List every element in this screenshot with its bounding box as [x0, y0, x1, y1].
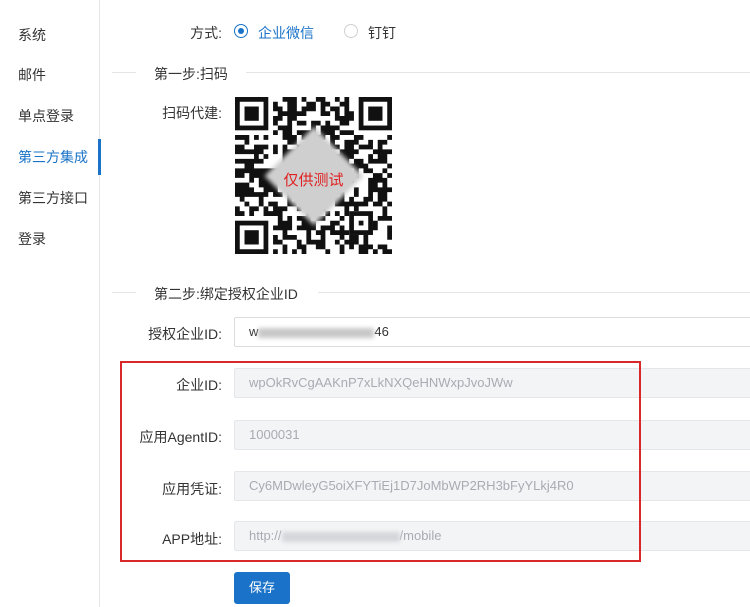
auth-corp-id-label: 授权企业ID: [148, 326, 222, 342]
sidebar: 系统 邮件 单点登录 第三方集成 第三方接口 登录 [0, 0, 101, 607]
app-url-prefix: http:// [249, 528, 282, 543]
app-url-label: APP地址: [162, 531, 222, 547]
step2-title: 第二步:绑定授权企业ID [154, 286, 298, 302]
auth-corp-id-prefix: w [249, 324, 259, 339]
step1-title: 第一步:扫码 [154, 66, 228, 82]
app-url-redacted [281, 531, 400, 542]
app-url-suffix: /mobile [399, 528, 442, 543]
radio-wecom[interactable] [234, 24, 248, 38]
qr-test-only-text: 仅供测试 [283, 172, 344, 189]
corp-id-label: 企业ID: [176, 377, 222, 393]
sidebar-item-sso[interactable]: 单点登录 [0, 101, 100, 131]
auth-corp-id-redacted [258, 327, 375, 338]
qr-label: 扫码代建: [162, 105, 222, 121]
auth-corp-id-suffix: 46 [374, 324, 389, 339]
credential-label: 应用凭证: [162, 481, 222, 497]
method-label: 方式: [190, 25, 222, 41]
radio-dingtalk[interactable] [344, 24, 358, 38]
agent-id-input[interactable]: 1000031 [234, 420, 750, 450]
corp-id-input[interactable]: wpOkRvCgAAKnP7xLkNXQeHNWxpJvoJWw [234, 368, 750, 398]
sidebar-item-login[interactable]: 登录 [0, 224, 100, 254]
radio-wecom-label[interactable]: 企业微信 [258, 23, 314, 43]
step2-divider-left [112, 292, 136, 293]
step1-divider-left [112, 72, 136, 73]
sidebar-item-system[interactable]: 系统 [0, 20, 100, 50]
sidebar-item-third-party-integration[interactable]: 第三方集成 [0, 139, 101, 175]
app-url-input[interactable]: http:// /mobile [234, 521, 750, 551]
sidebar-item-third-party-api[interactable]: 第三方接口 [0, 183, 100, 213]
step1-divider-right [246, 72, 750, 73]
agent-id-label: 应用AgentID: [139, 429, 222, 445]
step2-divider-right [318, 292, 750, 293]
sidebar-item-mail[interactable]: 邮件 [0, 60, 100, 90]
save-button[interactable]: 保存 [234, 572, 290, 604]
credential-input[interactable]: Cy6MDwleyG5oiXFYTiEj1D7JoMbWP2RH3bFyYLkj… [234, 471, 750, 501]
auth-corp-id-input[interactable]: w 46 [234, 317, 750, 347]
radio-dingtalk-label[interactable]: 钉钉 [368, 23, 396, 43]
qr-code: 仅供测试 [235, 97, 392, 254]
